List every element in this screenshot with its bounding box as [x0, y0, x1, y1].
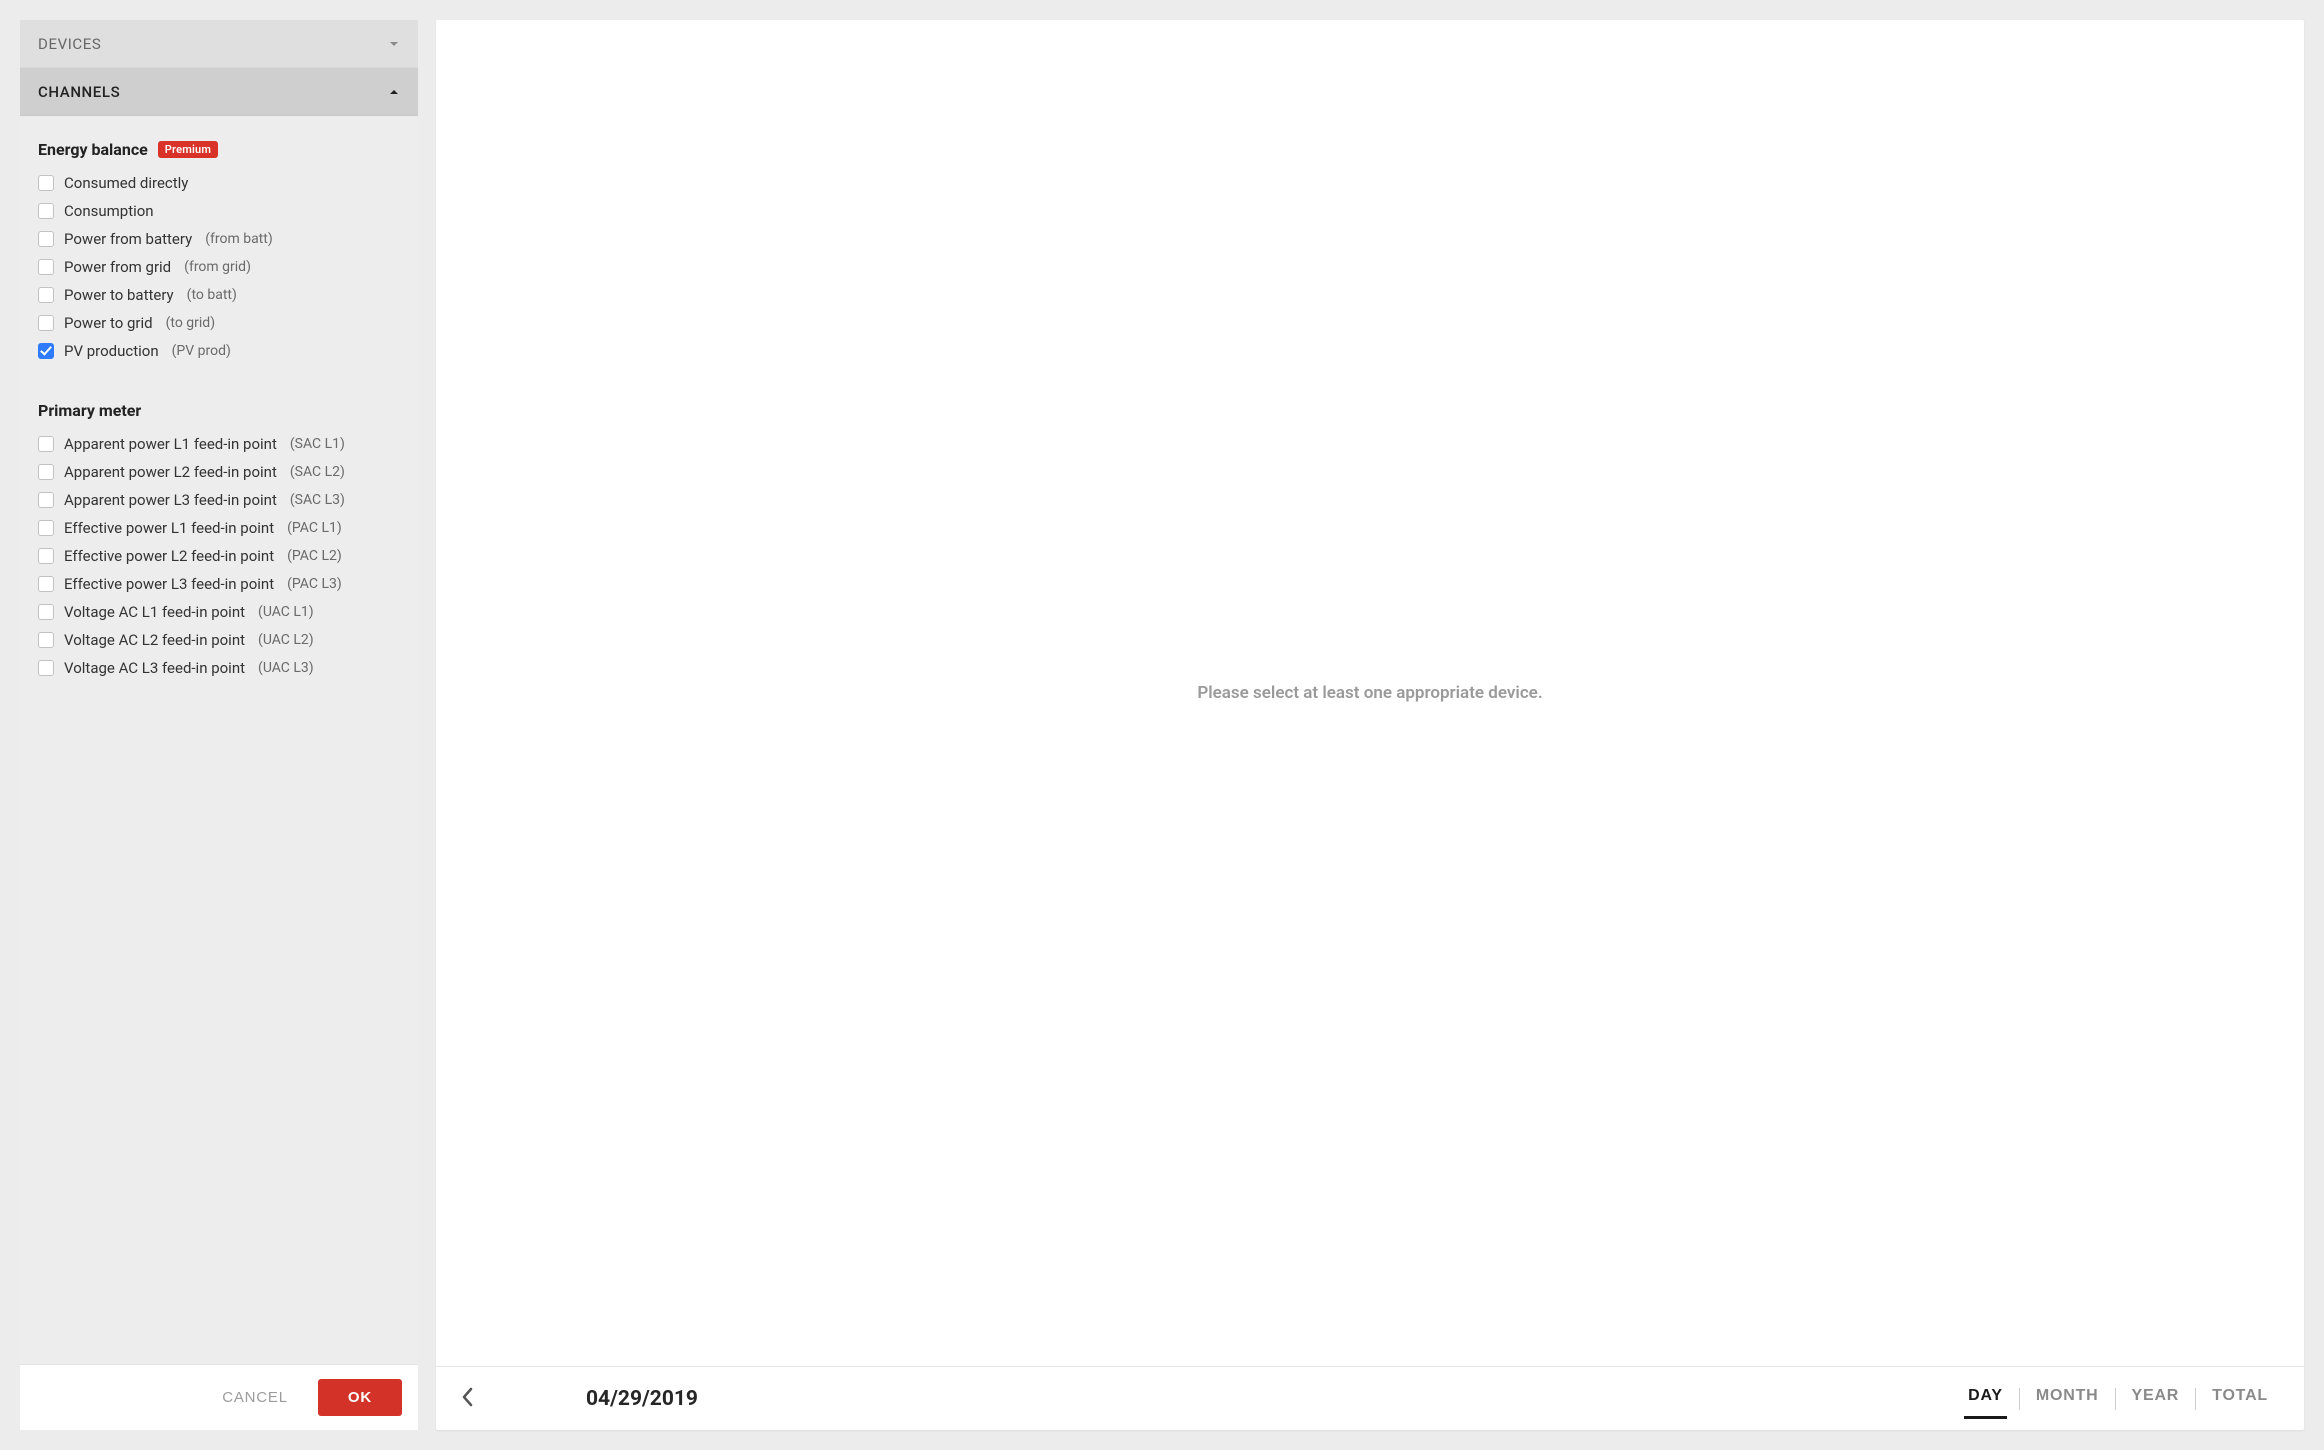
channel-checkbox-row[interactable]: Consumed directly	[30, 169, 408, 197]
checkbox-icon[interactable]	[38, 632, 54, 648]
channel-checkbox-row[interactable]: PV production (PV prod)	[30, 337, 408, 365]
channel-label: Power to grid	[64, 314, 153, 332]
sidebar-footer: CANCEL OK	[20, 1364, 418, 1430]
ok-button[interactable]: OK	[318, 1379, 402, 1416]
channel-checkbox-row[interactable]: Effective power L2 feed-in point (PAC L2)	[30, 542, 408, 570]
checkbox-icon[interactable]	[38, 660, 54, 676]
empty-state-message: Please select at least one appropriate d…	[1197, 683, 1542, 703]
channel-label: Apparent power L1 feed-in point	[64, 435, 277, 453]
channel-checkbox-row[interactable]: Effective power L3 feed-in point (PAC L3)	[30, 570, 408, 598]
channel-label: Consumption	[64, 202, 154, 220]
channel-checkbox-row[interactable]: Apparent power L3 feed-in point (SAC L3)	[30, 486, 408, 514]
channel-checkbox-row[interactable]: Effective power L1 feed-in point (PAC L1)	[30, 514, 408, 542]
channel-checkbox-row[interactable]: Voltage AC L2 feed-in point (UAC L2)	[30, 626, 408, 654]
checkbox-icon[interactable]	[38, 231, 54, 247]
range-tab-month[interactable]: MONTH	[2024, 1381, 2111, 1417]
channel-label: Apparent power L2 feed-in point	[64, 463, 277, 481]
channel-label: Voltage AC L1 feed-in point	[64, 603, 245, 621]
channel-checkbox-row[interactable]: Power to grid (to grid)	[30, 309, 408, 337]
tab-separator	[2019, 1388, 2020, 1410]
channel-group-title-text: Energy balance	[38, 140, 148, 159]
channel-checkbox-row[interactable]: Power from grid (from grid)	[30, 253, 408, 281]
range-tab-total[interactable]: TOTAL	[2200, 1381, 2280, 1417]
channel-group: Primary meter Apparent power L1 feed-in p…	[30, 401, 408, 682]
checkbox-icon[interactable]	[38, 436, 54, 452]
channel-checkbox-row[interactable]: Power from battery (from batt)	[30, 225, 408, 253]
channel-label: PV production	[64, 342, 159, 360]
accordion-channels-header[interactable]: CHANNELS	[20, 68, 418, 116]
channel-label: Consumed directly	[64, 174, 188, 192]
range-tab-day[interactable]: DAY	[1956, 1381, 2015, 1417]
channel-suffix: (from grid)	[184, 259, 251, 275]
channel-label: Power from grid	[64, 258, 171, 276]
chevron-left-icon	[460, 1385, 476, 1412]
channel-group-title: Energy balance Premium	[30, 140, 408, 169]
app-root: DEVICES CHANNELS Energy balance Premium Co…	[0, 0, 2324, 1450]
checkbox-icon[interactable]	[38, 492, 54, 508]
channel-checkbox-row[interactable]: Voltage AC L1 feed-in point (UAC L1)	[30, 598, 408, 626]
channel-suffix: (SAC L3)	[290, 492, 345, 508]
chevron-down-icon	[388, 38, 400, 50]
channel-suffix: (PAC L2)	[287, 548, 342, 564]
channel-group: Energy balance Premium Consumed directly Co…	[30, 140, 408, 365]
channel-checkbox-row[interactable]: Apparent power L1 feed-in point (SAC L1)	[30, 430, 408, 458]
channel-checkbox-row[interactable]: Power to battery (to batt)	[30, 281, 408, 309]
checkbox-icon[interactable]	[38, 548, 54, 564]
channel-suffix: (PAC L3)	[287, 576, 342, 592]
channel-checkbox-row[interactable]: Voltage AC L3 feed-in point (UAC L3)	[30, 654, 408, 682]
main-footer: 04/29/2019 DAYMONTHYEARTOTAL	[436, 1366, 2304, 1430]
accordion-devices-header[interactable]: DEVICES	[20, 20, 418, 68]
checkbox-icon[interactable]	[38, 175, 54, 191]
channel-suffix: (PAC L1)	[287, 520, 342, 536]
checkbox-icon[interactable]	[38, 464, 54, 480]
checkbox-icon[interactable]	[38, 315, 54, 331]
channel-suffix: (to batt)	[187, 287, 237, 303]
channel-suffix: (to grid)	[166, 315, 215, 331]
main-panel: Please select at least one appropriate d…	[436, 20, 2304, 1430]
checkbox-icon[interactable]	[38, 604, 54, 620]
channel-label: Power from battery	[64, 230, 192, 248]
channel-label: Voltage AC L2 feed-in point	[64, 631, 245, 649]
checkbox-icon[interactable]	[38, 287, 54, 303]
date-prev-button[interactable]	[450, 1377, 486, 1420]
range-tab-year[interactable]: YEAR	[2120, 1381, 2192, 1417]
sidebar: DEVICES CHANNELS Energy balance Premium Co…	[20, 20, 418, 1430]
checkbox-icon[interactable]	[38, 343, 54, 359]
channel-label: Effective power L1 feed-in point	[64, 519, 274, 537]
channel-label: Apparent power L3 feed-in point	[64, 491, 277, 509]
range-tabs: DAYMONTHYEARTOTAL	[1956, 1381, 2280, 1417]
channel-label: Effective power L3 feed-in point	[64, 575, 274, 593]
checkbox-icon[interactable]	[38, 576, 54, 592]
main-body: Please select at least one appropriate d…	[436, 20, 2304, 1366]
date-display[interactable]: 04/29/2019	[586, 1387, 698, 1411]
channel-checkbox-row[interactable]: Apparent power L2 feed-in point (SAC L2)	[30, 458, 408, 486]
channel-group-title: Primary meter	[30, 401, 408, 430]
channel-checkbox-row[interactable]: Consumption	[30, 197, 408, 225]
channel-suffix: (SAC L2)	[290, 464, 345, 480]
channel-suffix: (from batt)	[205, 231, 273, 247]
channel-label: Power to battery	[64, 286, 174, 304]
accordion-channels-label: CHANNELS	[38, 83, 120, 101]
channel-suffix: (PV prod)	[172, 343, 231, 359]
chevron-up-icon	[388, 86, 400, 98]
checkbox-icon[interactable]	[38, 520, 54, 536]
channel-label: Voltage AC L3 feed-in point	[64, 659, 245, 677]
tab-separator	[2195, 1388, 2196, 1410]
checkbox-icon[interactable]	[38, 203, 54, 219]
cancel-button[interactable]: CANCEL	[218, 1381, 292, 1414]
channel-group-title-text: Primary meter	[38, 401, 141, 420]
channel-suffix: (UAC L2)	[258, 632, 314, 648]
channels-body: Energy balance Premium Consumed directly Co…	[20, 116, 418, 1364]
channel-suffix: (SAC L1)	[290, 436, 345, 452]
channel-suffix: (UAC L3)	[258, 660, 314, 676]
tab-separator	[2115, 1388, 2116, 1410]
channel-suffix: (UAC L1)	[258, 604, 314, 620]
accordion-devices-label: DEVICES	[38, 35, 101, 53]
premium-badge: Premium	[158, 141, 218, 158]
channel-label: Effective power L2 feed-in point	[64, 547, 274, 565]
checkbox-icon[interactable]	[38, 259, 54, 275]
